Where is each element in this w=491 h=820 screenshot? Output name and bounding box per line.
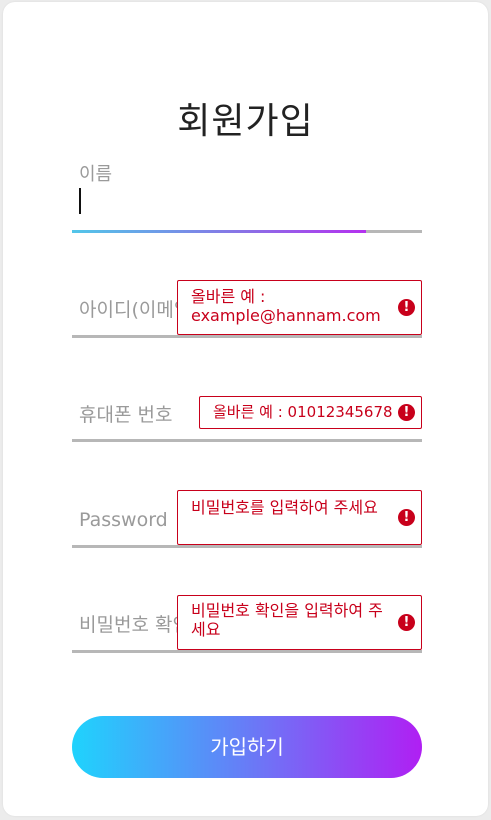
exclamation-circle-icon: ! — [398, 508, 415, 526]
exclamation-circle-icon: ! — [398, 403, 415, 421]
id-field-underline — [72, 335, 422, 338]
signup-button[interactable]: 가입하기 — [72, 716, 422, 778]
password-confirm-field-underline — [72, 650, 422, 653]
name-field-focus-underline — [72, 230, 366, 233]
text-caret — [79, 188, 81, 214]
password-field-placeholder: Password — [79, 509, 168, 531]
id-error-text: 올바른 예 : example@hannam.com — [191, 287, 381, 325]
exclamation-circle-icon: ! — [398, 298, 415, 316]
id-error-message: 올바른 예 : example@hannam.com ! — [177, 280, 422, 335]
password-confirm-error-message: 비밀번호 확인을 입력하여 주세요 ! — [177, 595, 422, 650]
name-field-label: 이름 — [79, 164, 113, 185]
page-title: 회원가입 — [177, 101, 314, 142]
name-field[interactable]: 이름 — [72, 160, 422, 233]
phone-field-underline — [72, 439, 422, 442]
password-field-underline — [72, 545, 422, 548]
phone-field-placeholder: 휴대폰 번호 — [79, 404, 173, 426]
phone-error-text: 올바른 예 : 01012345678 — [213, 403, 393, 421]
exclamation-circle-icon: ! — [398, 613, 415, 631]
password-confirm-field-placeholder: 비밀번호 확인 — [79, 614, 190, 636]
phone-error-message: 올바른 예 : 01012345678 ! — [199, 396, 422, 429]
password-confirm-error-text: 비밀번호 확인을 입력하여 주세요 — [191, 601, 383, 639]
password-error-text: 비밀번호를 입력하여 주세요 — [191, 498, 378, 517]
password-error-message: 비밀번호를 입력하여 주세요 ! — [177, 490, 422, 545]
